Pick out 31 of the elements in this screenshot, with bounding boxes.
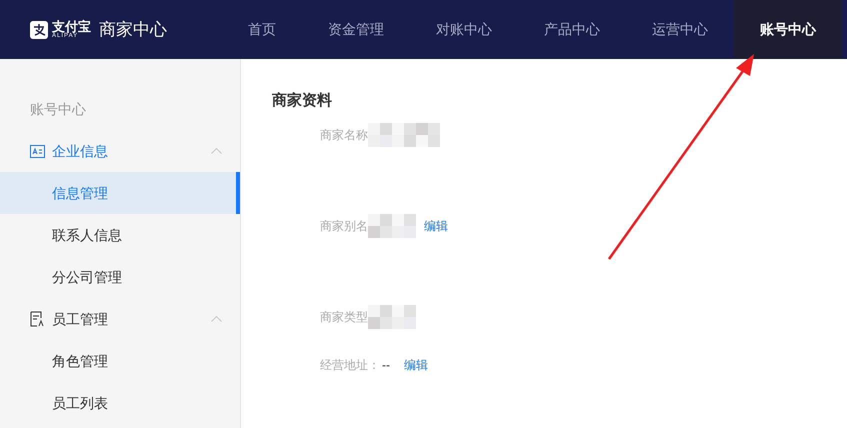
sidebar-group[interactable]: 员工管理 xyxy=(52,308,108,330)
chevron-up-icon[interactable] xyxy=(211,316,222,322)
nav-tab[interactable]: 产品中心 xyxy=(518,0,626,59)
document-person-icon xyxy=(30,311,45,327)
nav-tab[interactable]: 账号中心 xyxy=(734,0,842,59)
sidebar-title: 账号中心 xyxy=(30,100,86,119)
sidebar-item[interactable]: 员工列表 xyxy=(0,382,240,424)
redacted-value xyxy=(368,122,440,146)
sidebar-item[interactable]: 联系人信息 xyxy=(0,214,240,256)
id-card-icon xyxy=(30,144,45,158)
field-label: 经营地址： xyxy=(320,356,380,374)
field-label: 商家类型 xyxy=(320,308,368,326)
nav-tab[interactable]: 首页 xyxy=(222,0,302,59)
field-label: 商家名称 xyxy=(320,126,368,144)
edit-link[interactable]: 编辑 xyxy=(404,356,428,374)
nav-tab[interactable]: 资金管理 xyxy=(302,0,410,59)
sidebar-group[interactable]: 企业信息 xyxy=(52,140,108,162)
section-title: 商家资料 xyxy=(272,91,332,111)
product-title: 商家中心 xyxy=(99,18,167,41)
redacted-value xyxy=(368,214,416,238)
redacted-value xyxy=(368,304,416,328)
logo-text: 支付宝 xyxy=(52,20,91,33)
nav-tab[interactable]: 运营中心 xyxy=(626,0,734,59)
edit-link[interactable]: 编辑 xyxy=(424,216,448,234)
sidebar-item[interactable]: 分公司管理 xyxy=(0,256,240,298)
sidebar-item[interactable]: 角色管理 xyxy=(0,340,240,382)
field-label: 商家别名 xyxy=(320,218,368,234)
chevron-up-icon[interactable] xyxy=(211,148,222,154)
nav-tab[interactable]: 对账中心 xyxy=(410,0,518,59)
field-value: -- xyxy=(382,356,390,374)
logo-icon xyxy=(30,20,48,38)
